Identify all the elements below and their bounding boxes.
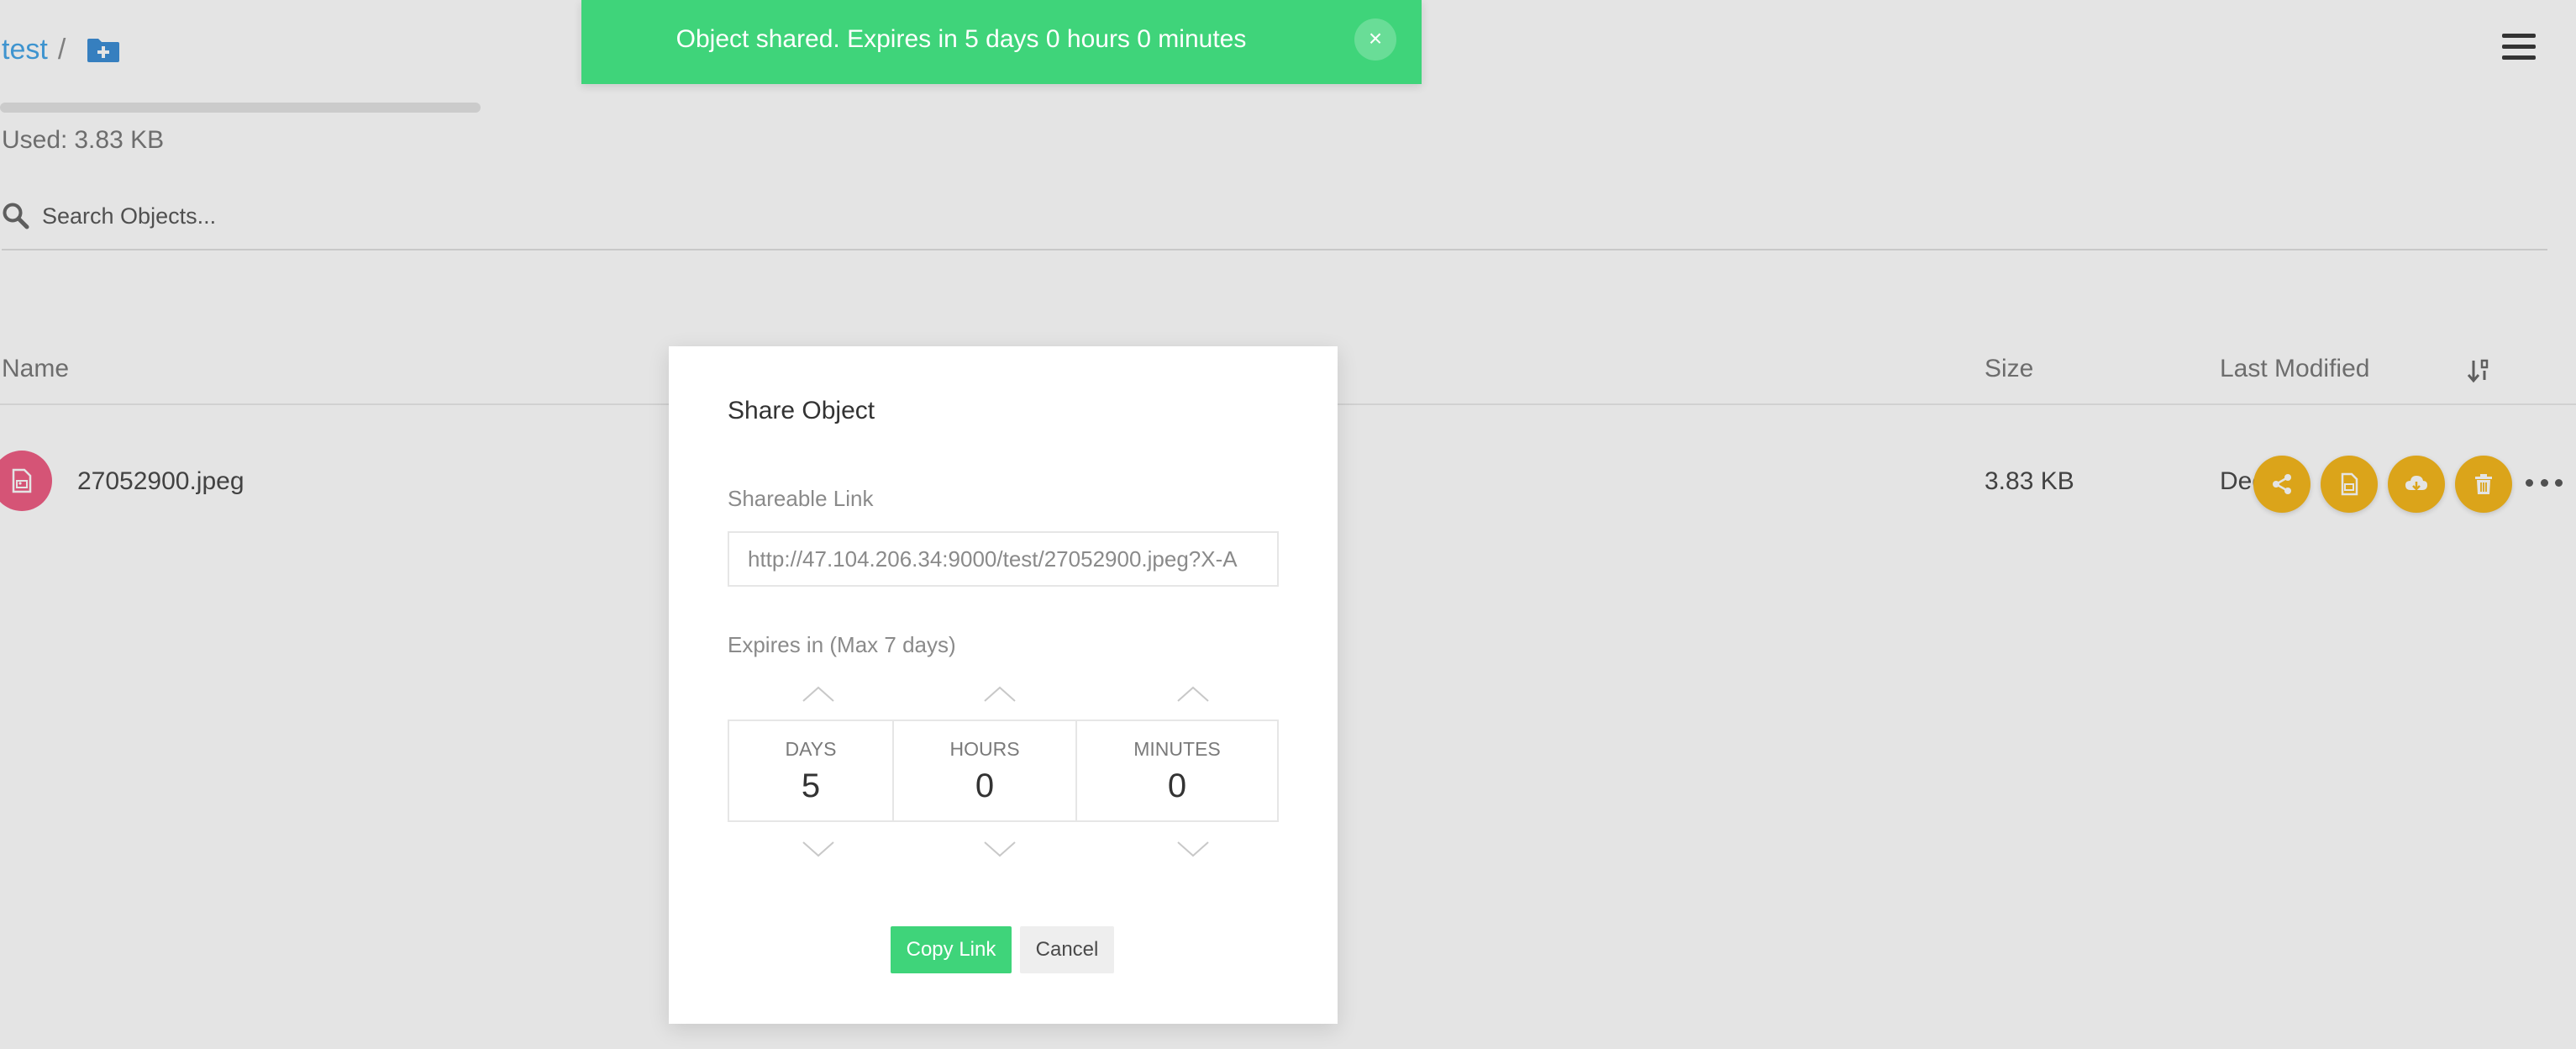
expires-label: Expires in (Max 7 days)	[728, 632, 956, 657]
hours-decrement-chevron-down-icon[interactable]	[981, 839, 1018, 861]
toast-close-button[interactable]: ×	[1354, 18, 1396, 61]
hours-value: 0	[975, 767, 995, 804]
dialog-title: Share Object	[728, 397, 875, 424]
minutes-label: MINUTES	[1133, 738, 1221, 760]
minutes-field[interactable]: MINUTES 0	[1077, 721, 1277, 820]
days-decrement-chevron-down-icon[interactable]	[800, 839, 837, 861]
shareable-link-label: Shareable Link	[728, 486, 874, 511]
cancel-button[interactable]: Cancel	[1020, 926, 1114, 973]
days-label: DAYS	[785, 738, 837, 760]
expiry-selector: DAYS 5 HOURS 0 MINUTES 0	[728, 720, 1279, 822]
share-toast: Object shared. Expires in 5 days 0 hours…	[581, 0, 1422, 84]
copy-link-button[interactable]: Copy Link	[891, 926, 1012, 973]
days-value: 5	[801, 767, 821, 804]
object-browser-page: test / Used:3.83 KB Name Size Last Modif…	[0, 0, 2576, 1049]
minutes-increment-chevron-up-icon[interactable]	[1175, 683, 1212, 704]
days-field[interactable]: DAYS 5	[729, 721, 894, 820]
shareable-link-input[interactable]	[728, 531, 1279, 587]
toast-message: Object shared. Expires in 5 days 0 hours…	[676, 25, 1247, 53]
hours-field[interactable]: HOURS 0	[894, 721, 1077, 820]
minutes-value: 0	[1167, 767, 1187, 804]
minutes-decrement-chevron-down-icon[interactable]	[1175, 839, 1212, 861]
share-object-dialog: Share Object Shareable Link Expires in (…	[669, 346, 1338, 1024]
days-increment-chevron-up-icon[interactable]	[800, 683, 837, 704]
hours-increment-chevron-up-icon[interactable]	[981, 683, 1018, 704]
hours-label: HOURS	[949, 738, 1020, 760]
